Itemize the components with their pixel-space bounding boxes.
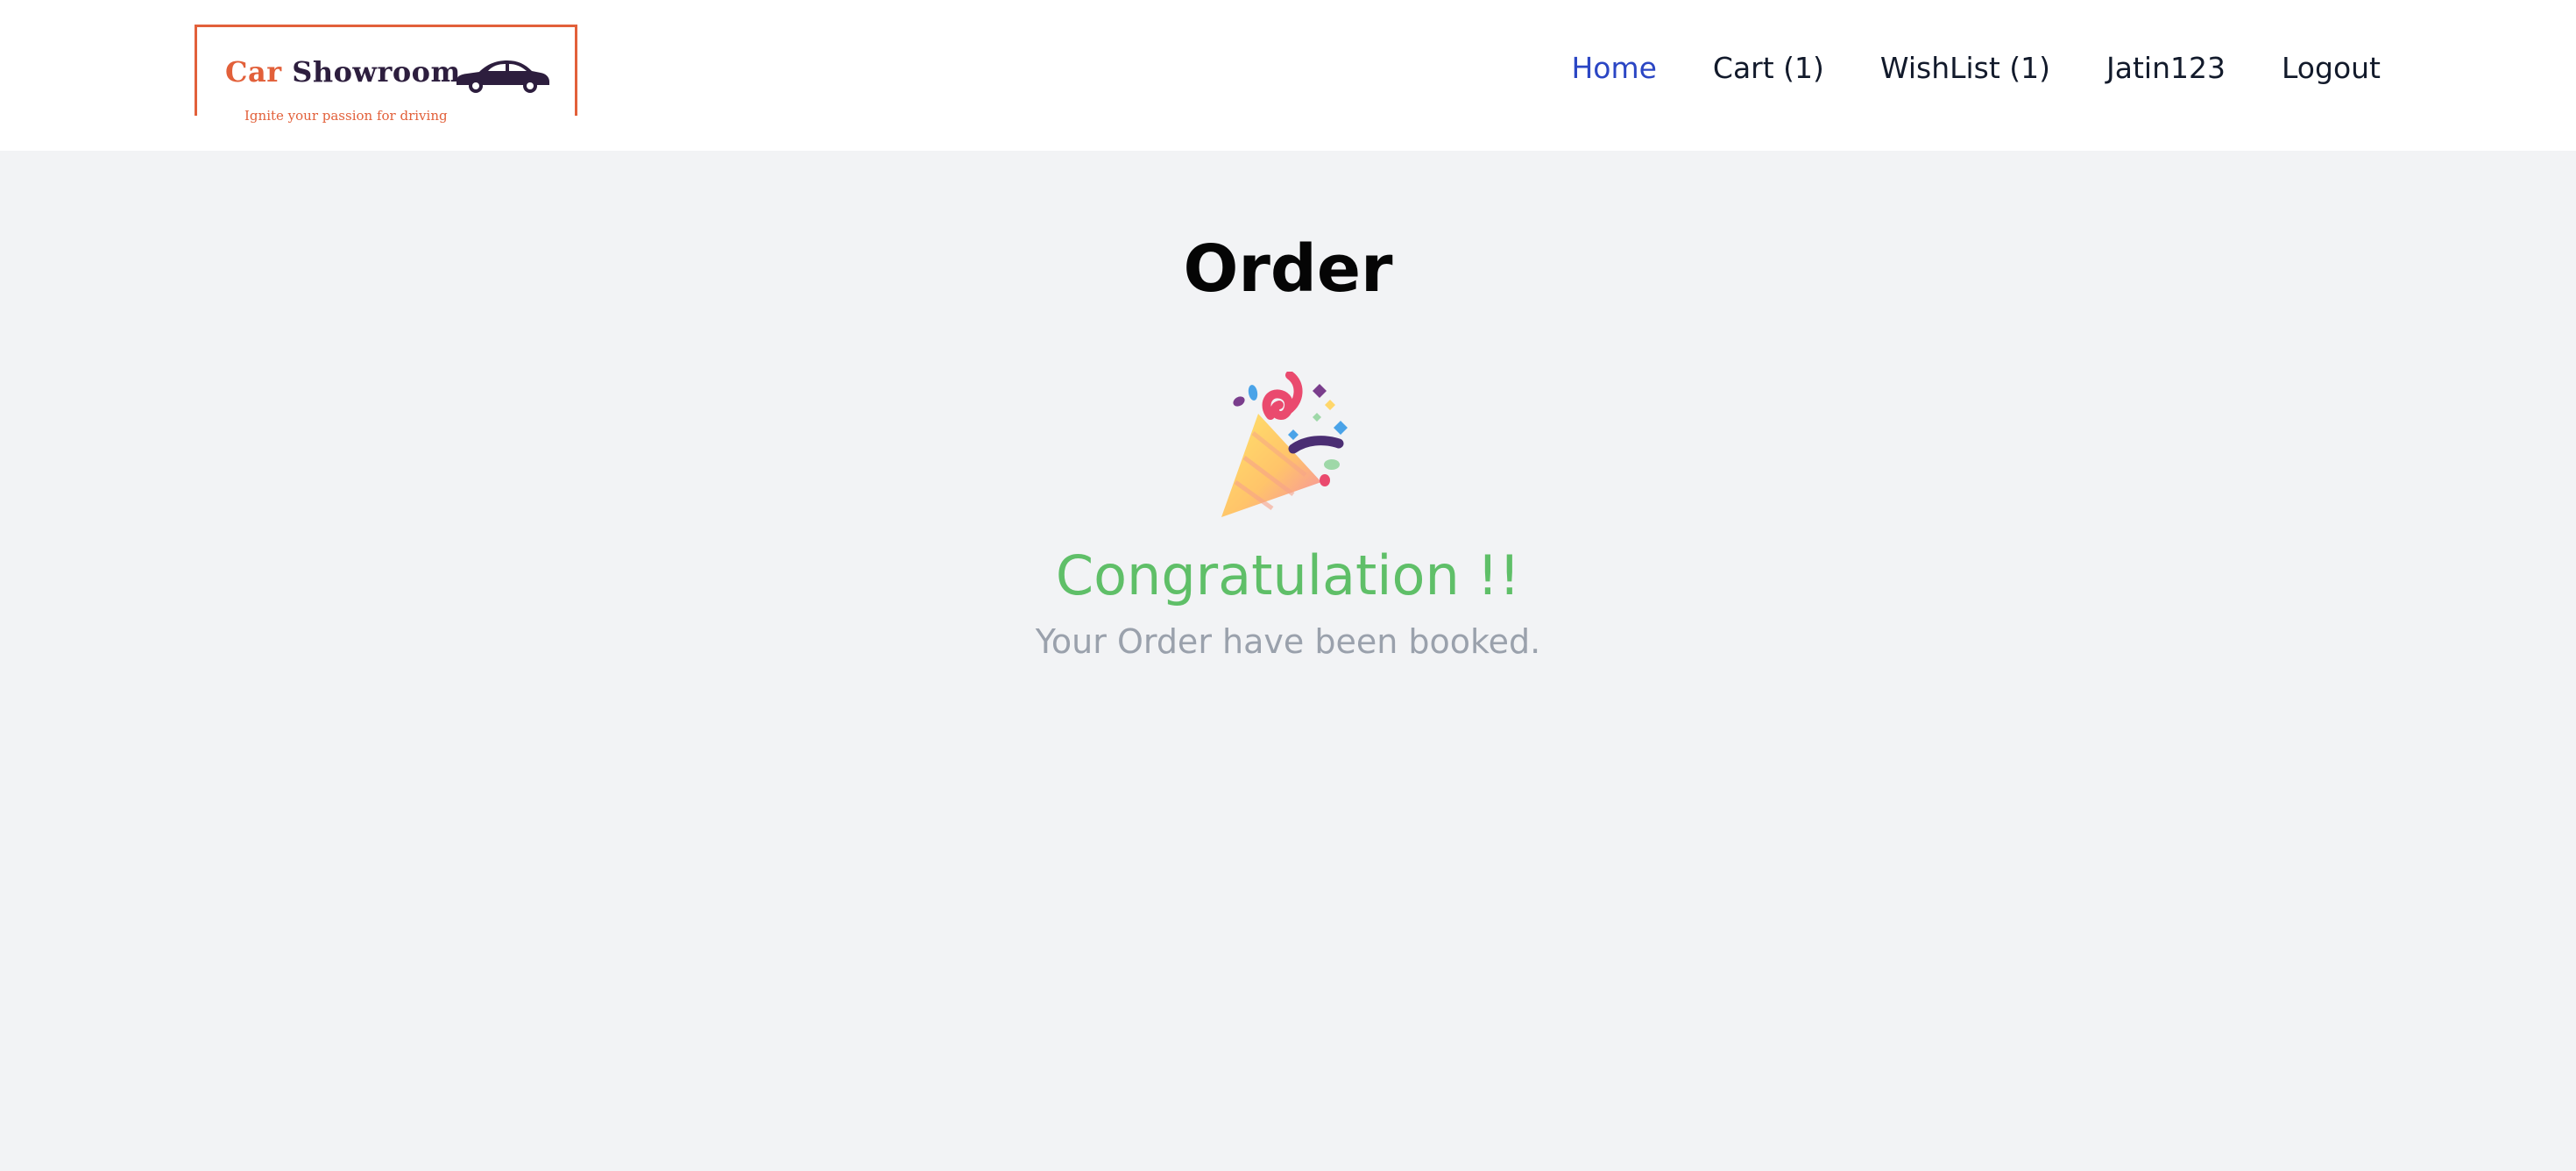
nav-cart[interactable]: Cart (1) — [1713, 51, 1824, 85]
order-booked-message: Your Order have been booked. — [1035, 622, 1541, 661]
car-icon — [456, 60, 549, 93]
nav-home[interactable]: Home — [1571, 51, 1656, 85]
top-navbar: Car Showroom Ignite your passion for dri… — [0, 0, 2576, 151]
nav-logout[interactable]: Logout — [2282, 51, 2381, 85]
brand-name: Car Showroom — [225, 55, 461, 89]
congratulation-heading: Congratulation !! — [1055, 543, 1521, 607]
brand-logo[interactable]: Car Showroom Ignite your passion for dri… — [195, 25, 577, 124]
order-confirmation: Order Congratulation !! Your Order have … — [0, 151, 2576, 1171]
main-nav: Home Cart (1) WishList (1) Jatin123 Logo… — [1571, 51, 2381, 85]
party-popper-icon — [1221, 372, 1348, 517]
brand-tagline: Ignite your passion for driving — [239, 108, 453, 124]
page-title: Order — [1183, 231, 1393, 307]
nav-user-profile[interactable]: Jatin123 — [2106, 51, 2226, 85]
brand-name-showroom: Showroom — [292, 55, 461, 89]
brand-name-car: Car — [225, 55, 282, 89]
nav-wishlist[interactable]: WishList (1) — [1880, 51, 2050, 85]
